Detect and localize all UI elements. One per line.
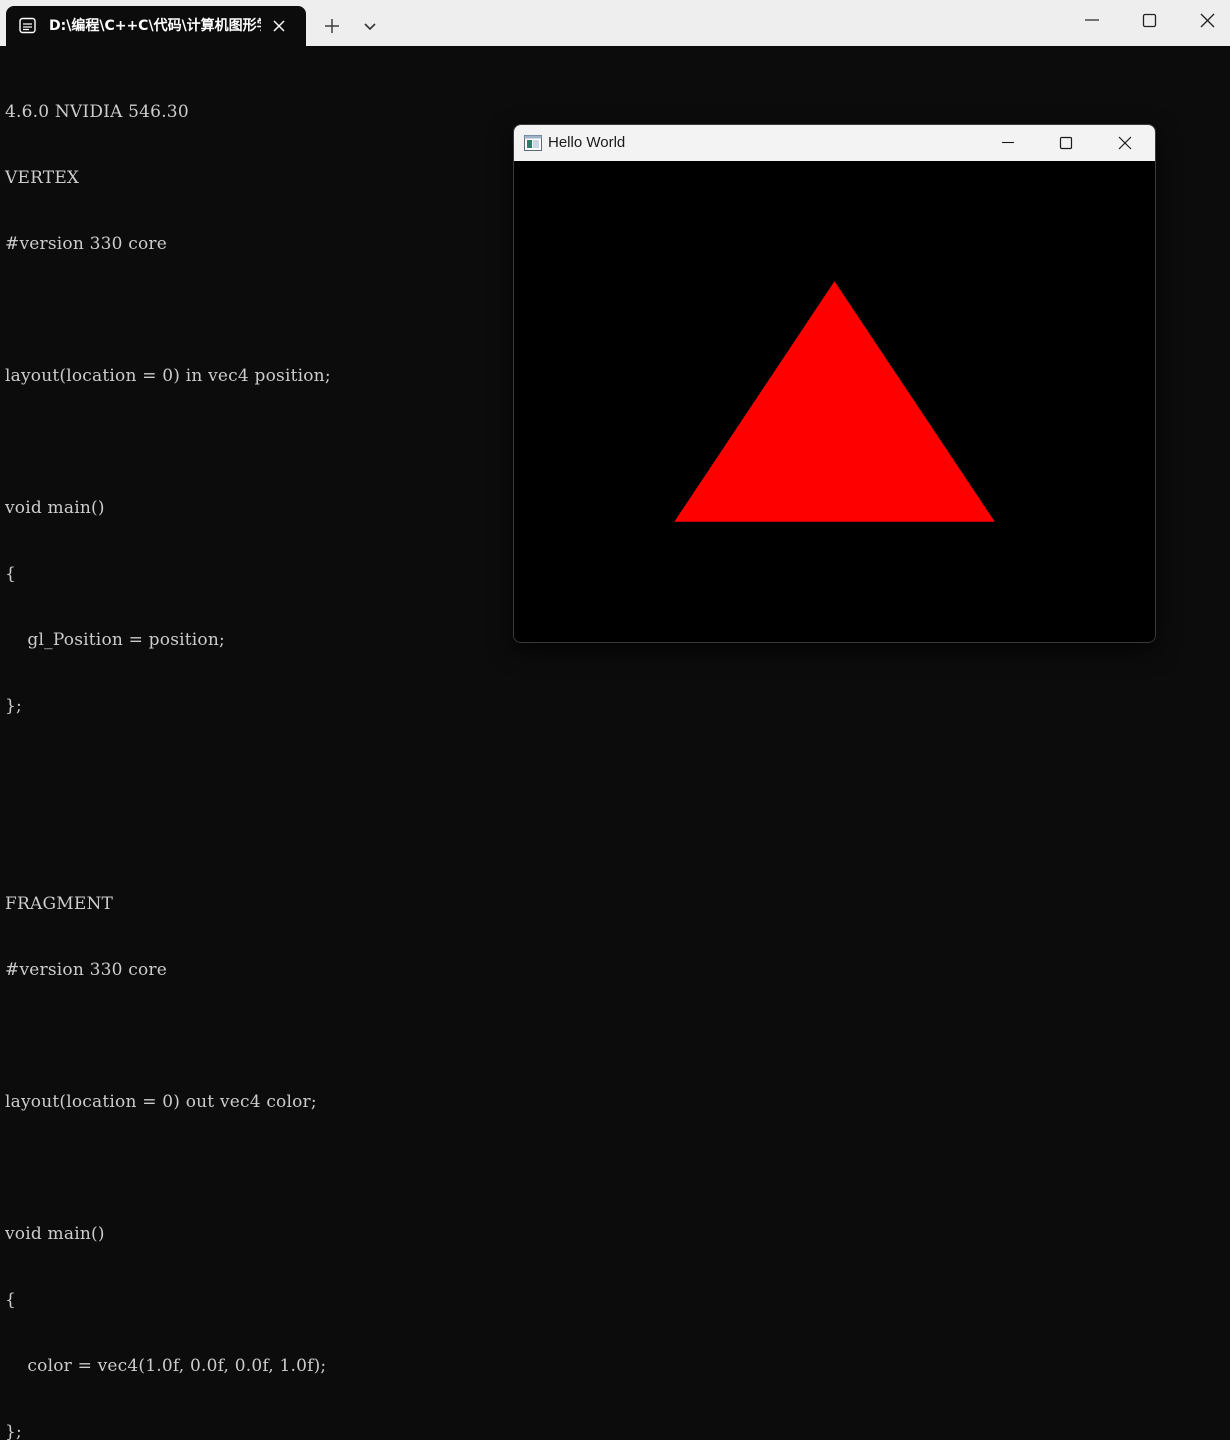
terminal-tab[interactable]: D:\编程\C++C\代码\计算机图形学 <box>6 6 306 46</box>
output-line: }; <box>5 1422 22 1440</box>
close-window-button[interactable] <box>1192 8 1222 34</box>
terminal-icon <box>19 17 36 34</box>
minimize-icon <box>1085 19 1099 21</box>
gl-minimize-button[interactable] <box>995 131 1021 155</box>
output-line: { <box>5 1290 17 1310</box>
maximize-icon <box>1059 136 1073 150</box>
red-triangle <box>674 281 995 522</box>
close-icon[interactable] <box>270 17 288 35</box>
output-line: { <box>5 564 17 584</box>
plus-icon <box>325 19 339 33</box>
tab-title: D:\编程\C++C\代码\计算机图形学 <box>49 18 261 34</box>
output-line: layout(location = 0) in vec4 position; <box>5 366 331 386</box>
output-line: #version 330 core <box>5 234 167 254</box>
gl-window-title: Hello World <box>548 134 626 151</box>
output-line: gl_Position = position; <box>5 630 225 650</box>
output-line: color = vec4(1.0f, 0.0f, 0.0f, 1.0f); <box>5 1356 327 1376</box>
maximize-icon <box>1142 13 1157 28</box>
chevron-down-icon <box>364 23 376 31</box>
output-line: FRAGMENT <box>5 894 114 914</box>
output-line: }; <box>5 696 22 716</box>
hello-world-window[interactable]: Hello World <box>513 124 1156 643</box>
terminal-titlebar: D:\编程\C++C\代码\计算机图形学 <box>0 0 1230 46</box>
close-icon <box>1118 136 1132 150</box>
terminal-output: 4.6.0 NVIDIA 546.30 VERTEX #version 330 … <box>5 57 331 1440</box>
output-line: void main() <box>5 498 105 518</box>
new-tab-button[interactable] <box>320 14 344 38</box>
gl-window-titlebar[interactable]: Hello World <box>514 125 1155 161</box>
output-line: layout(location = 0) out vec4 color; <box>5 1092 317 1112</box>
minimize-button[interactable] <box>1077 8 1107 34</box>
output-line: VERTEX <box>5 168 80 188</box>
gl-canvas <box>514 161 1155 642</box>
output-line: 4.6.0 NVIDIA 546.30 <box>5 102 189 122</box>
close-icon <box>1200 13 1215 28</box>
output-line: void main() <box>5 1224 105 1244</box>
maximize-button[interactable] <box>1134 8 1164 34</box>
gl-close-button[interactable] <box>1112 131 1138 155</box>
tab-dropdown-button[interactable] <box>358 14 382 38</box>
window-app-icon <box>524 135 542 151</box>
output-line: #version 330 core <box>5 960 167 980</box>
gl-maximize-button[interactable] <box>1053 131 1079 155</box>
gl-render-surface <box>674 281 995 522</box>
minimize-icon <box>1002 141 1014 144</box>
